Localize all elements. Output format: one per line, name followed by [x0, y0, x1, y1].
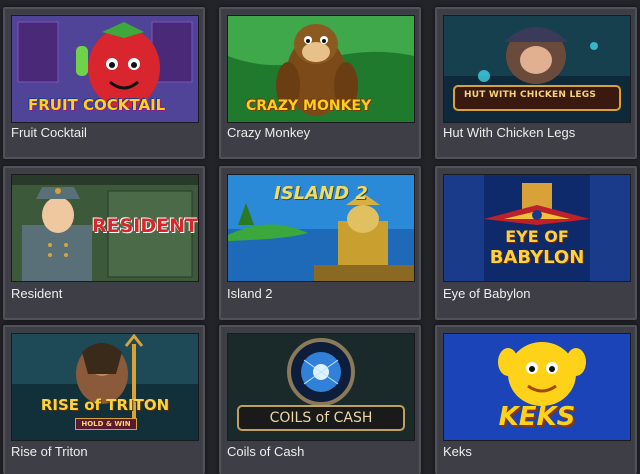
game-title[interactable]: Keks — [443, 444, 472, 459]
game-thumbnail-resident[interactable]: RESIDENT — [11, 174, 199, 282]
game-title[interactable]: Hut With Chicken Legs — [443, 125, 575, 140]
game-card-island-2[interactable]: ISLAND 2 Island 2 — [219, 166, 421, 320]
game-thumbnail-hut-with-chicken-legs[interactable]: HUT WITH CHICKEN LEGS — [443, 15, 631, 123]
game-logo-eye-of-babylon-line1: EYE OF — [505, 227, 569, 246]
game-thumbnail-rise-of-triton[interactable]: RISE of TRITON HOLD & WIN — [11, 333, 199, 441]
game-card-keks[interactable]: KEKS Keks — [435, 325, 637, 474]
game-title[interactable]: Eye of Babylon — [443, 286, 530, 301]
game-thumbnail-fruit-cocktail[interactable]: FRUIT COCKTAIL — [11, 15, 199, 123]
game-thumbnail-island-2[interactable]: ISLAND 2 — [227, 174, 415, 282]
game-thumbnail-eye-of-babylon[interactable]: EYE OF BABYLON — [443, 174, 631, 282]
game-logo-island-2: ISLAND 2 — [274, 183, 368, 204]
game-logo-keks: KEKS — [498, 402, 576, 432]
game-grid: FRUIT COCKTAIL Fruit Cocktail CRAZY MONK… — [0, 0, 640, 474]
game-logo-rise-of-triton: RISE of TRITON — [40, 396, 170, 414]
game-card-eye-of-babylon[interactable]: EYE OF BABYLON Eye of Babylon — [435, 166, 637, 320]
game-logo-eye-of-babylon-line2: BABYLON — [489, 247, 585, 268]
game-logo-coils-of-cash: COILS of CASH — [269, 410, 373, 426]
game-logo-hut-with-chicken-legs: HUT WITH CHICKEN LEGS — [464, 90, 597, 100]
game-title[interactable]: Rise of Triton — [11, 444, 88, 459]
game-title[interactable]: Crazy Monkey — [227, 125, 310, 140]
game-thumbnail-coils-of-cash[interactable]: COILS of CASH — [227, 333, 415, 441]
game-thumbnail-crazy-monkey[interactable]: CRAZY MONKEY — [227, 15, 415, 123]
game-logo-fruit-cocktail: FRUIT COCKTAIL — [28, 96, 166, 114]
game-title[interactable]: Resident — [11, 286, 62, 301]
game-card-rise-of-triton[interactable]: RISE of TRITON HOLD & WIN Rise of Triton — [3, 325, 205, 474]
game-title[interactable]: Coils of Cash — [227, 444, 304, 459]
game-card-coils-of-cash[interactable]: COILS of CASH Coils of Cash — [219, 325, 421, 474]
game-badge-hold-and-win: HOLD & WIN — [75, 418, 137, 430]
game-logo-resident: RESIDENT — [92, 215, 198, 237]
game-card-crazy-monkey[interactable]: CRAZY MONKEY Crazy Monkey — [219, 7, 421, 159]
game-title[interactable]: Fruit Cocktail — [11, 125, 87, 140]
game-logo-crazy-monkey: CRAZY MONKEY — [246, 98, 372, 114]
game-card-hut-with-chicken-legs[interactable]: HUT WITH CHICKEN LEGS Hut With Chicken L… — [435, 7, 637, 159]
game-title[interactable]: Island 2 — [227, 286, 273, 301]
game-thumbnail-keks[interactable]: KEKS — [443, 333, 631, 441]
game-card-resident[interactable]: RESIDENT Resident — [3, 166, 205, 320]
game-card-fruit-cocktail[interactable]: FRUIT COCKTAIL Fruit Cocktail — [3, 7, 205, 159]
